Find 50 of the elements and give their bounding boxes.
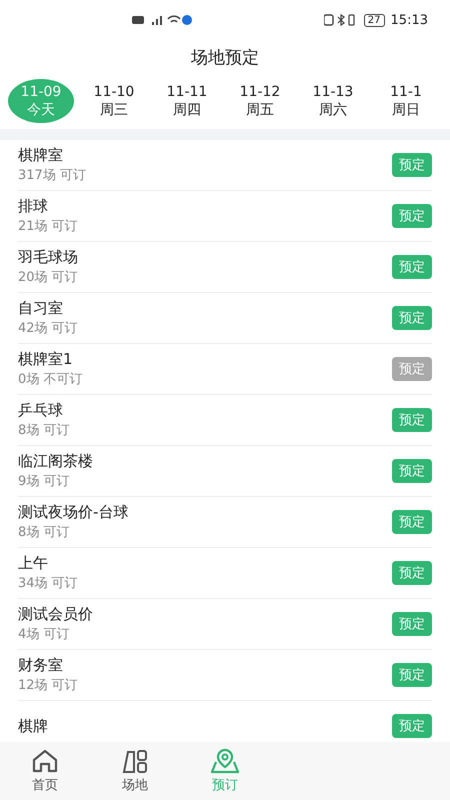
book-button[interactable]: 预定 xyxy=(392,153,432,177)
venue-name: 测试会员价 xyxy=(18,605,94,624)
book-button[interactable]: 预定 xyxy=(392,561,432,585)
book-button[interactable]: 预定 xyxy=(392,306,432,330)
venue-name: 棋牌室1 xyxy=(18,350,74,369)
venue-availability: 12场 可订 xyxy=(18,677,79,694)
book-button[interactable]: 预定 xyxy=(392,612,432,636)
map-pin-icon xyxy=(210,748,240,774)
venue-availability: 4场 可订 xyxy=(18,626,70,643)
venue-name: 测试夜场价-台球 xyxy=(18,503,130,522)
venue-availability: 8场 可订 xyxy=(18,422,70,439)
date-tab[interactable]: 11-1 周日 xyxy=(373,79,439,123)
venue-name: 羽毛球场 xyxy=(18,248,79,267)
venue-availability: 317场 可订 xyxy=(18,167,87,184)
nav-tab[interactable]: 预订 xyxy=(180,742,270,800)
book-button[interactable]: 预定 xyxy=(392,459,432,483)
venue-availability: 21场 可订 xyxy=(18,218,79,235)
shapes-icon xyxy=(120,748,150,774)
venue-availability: 42场 可订 xyxy=(18,320,79,337)
venue-name: 棋牌室 xyxy=(18,146,64,165)
book-button[interactable]: 预定 xyxy=(392,204,432,228)
venue-name: 乒乓球 xyxy=(18,401,64,420)
venue-availability: 34场 可订 xyxy=(18,575,79,592)
venue-name: 棋牌 xyxy=(18,716,49,736)
book-button[interactable]: 预定 xyxy=(392,510,432,534)
venue-name: 排球 xyxy=(18,197,49,216)
date-tab[interactable]: 11-12 周五 xyxy=(227,79,293,123)
signal-icon xyxy=(132,14,192,26)
venue-availability: 8场 可订 xyxy=(18,524,70,541)
date-tab[interactable]: 11-10 周三 xyxy=(81,79,147,123)
venue-availability: 0场 不可订 xyxy=(18,371,84,388)
venue-name: 临江阁茶楼 xyxy=(18,452,94,471)
venue-name: 财务室 xyxy=(18,656,64,675)
venue-availability: 9场 可订 xyxy=(18,473,70,490)
book-button[interactable]: 预定 xyxy=(392,714,432,738)
battery-level: 27 xyxy=(364,14,385,26)
venue-availability: 20场 可订 xyxy=(18,269,79,286)
date-tab[interactable]: 11-11 周四 xyxy=(154,79,220,123)
nav-tab[interactable]: 首页 xyxy=(0,742,90,800)
book-button[interactable]: 预定 xyxy=(392,255,432,279)
venue-name: 自习室 xyxy=(18,299,64,318)
date-tab[interactable]: 11-13 周六 xyxy=(300,79,366,123)
nav-tab[interactable]: 场地 xyxy=(90,742,180,800)
book-button[interactable]: 预定 xyxy=(392,408,432,432)
date-tab[interactable]: 11-09 今天 xyxy=(8,79,74,123)
home-icon xyxy=(31,748,59,774)
venue-name: 上午 xyxy=(18,554,49,573)
page-title: 场地预定 xyxy=(190,47,260,70)
clock-time: 15:13 xyxy=(390,12,428,28)
book-button[interactable]: 预定 xyxy=(392,663,432,687)
